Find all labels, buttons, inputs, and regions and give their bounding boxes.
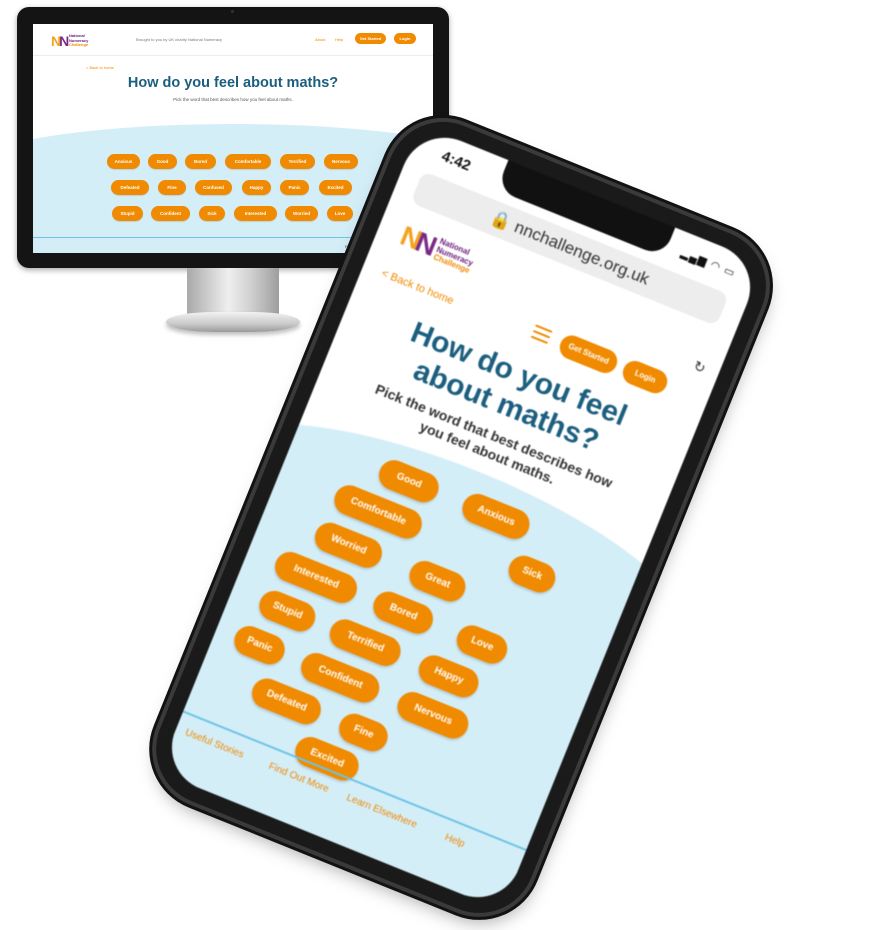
logo-line3: Challenge [69, 42, 89, 48]
word-button[interactable]: Love [327, 206, 353, 221]
nav-help-link[interactable]: Help [335, 37, 343, 42]
word-button[interactable]: Happy [242, 180, 271, 195]
status-time: 4:42 [439, 147, 474, 175]
word-button[interactable]: Good [148, 154, 177, 169]
monitor-stand-neck [187, 268, 279, 315]
get-started-button[interactable]: Get Started [355, 33, 386, 44]
word-button[interactable]: Nervous [324, 154, 358, 169]
word-button[interactable]: Terrified [280, 154, 315, 169]
nn-logo-icon: NN [51, 33, 69, 49]
word-button[interactable]: Confident [151, 206, 190, 221]
word-button[interactable]: Worried [285, 206, 318, 221]
word-button[interactable]: Sick [199, 206, 225, 221]
page-subtitle: Pick the word that best describes how yo… [173, 97, 293, 102]
refresh-icon[interactable]: ↻ [691, 357, 708, 377]
word-button[interactable]: Panic [280, 180, 309, 195]
back-to-home-link[interactable]: < Back to home [380, 267, 456, 307]
back-to-home-link[interactable]: < Back to home [86, 65, 114, 70]
login-button[interactable]: Login [394, 33, 416, 44]
word-button[interactable]: Comfortable [225, 154, 271, 169]
word-button[interactable]: Interested [234, 206, 277, 221]
word-button[interactable]: Anxious [107, 154, 140, 169]
status-icons: ▂▄▆ ◠ ▭ [679, 247, 738, 280]
monitor-camera [231, 10, 234, 13]
word-button[interactable]: Defeated [111, 180, 149, 195]
word-button[interactable]: Confused [195, 180, 232, 195]
word-button[interactable]: Stupid [112, 206, 143, 221]
get-started-button[interactable]: Get Started [556, 331, 621, 377]
desktop-logo[interactable]: NN National Numeracy Challenge [51, 33, 115, 49]
word-button[interactable]: Fine [158, 180, 186, 195]
desktop-tagline: Brought to you by UK charity National Nu… [136, 37, 223, 42]
hamburger-menu-icon[interactable] [530, 324, 553, 345]
word-button[interactable]: Excited [319, 180, 352, 195]
word-button[interactable]: Bored [185, 154, 216, 169]
nav-about-link[interactable]: About [315, 37, 325, 42]
nn-logo-icon: NN [396, 219, 438, 261]
page-title: How do you feel about maths? [127, 75, 339, 91]
monitor-stand-base [166, 312, 300, 332]
desktop-header: NN National Numeracy Challenge Brought t… [33, 24, 433, 56]
login-button[interactable]: Login [619, 357, 671, 397]
